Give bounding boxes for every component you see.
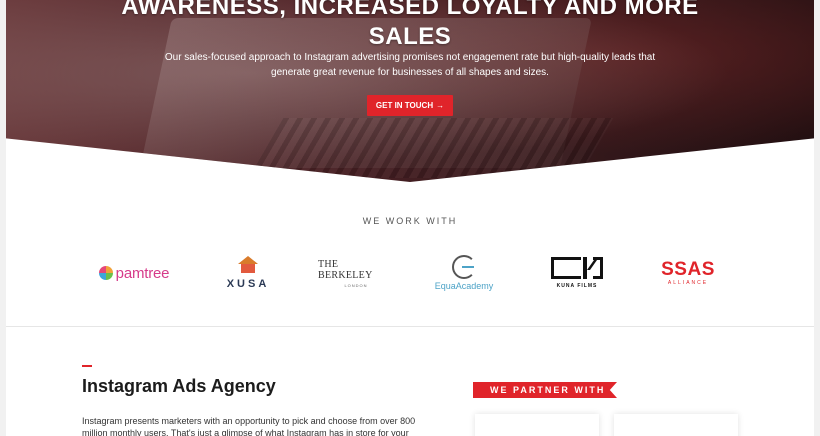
agency-body: Instagram presents marketers with an opp… (82, 416, 416, 436)
page: AWARENESS, INCREASED LOYALTY AND MORE SA… (6, 0, 814, 436)
pamtree-logo: pamtree (94, 250, 174, 296)
the-berkeley-logo: THE BERKELEY LONDON (318, 250, 394, 296)
kuna-films-wordmark: KUNA FILMS (556, 283, 598, 289)
xusa-wordmark: XUSA (226, 278, 270, 290)
kuna-mark-icon (551, 257, 603, 281)
hero-title-line-1: AWARENESS, INCREASED LOYALTY AND MORE (121, 0, 699, 20)
we-partner-with-ribbon: WE PARTNER WITH (473, 382, 617, 398)
the-berkeley-sub: LONDON (344, 282, 368, 288)
pamtree-mark-icon (98, 266, 113, 280)
equa-academy-wordmark: EquaAcademy (434, 281, 494, 291)
hero-subtitle: Our sales-focused approach to Instagram … (164, 52, 656, 78)
accent-bar (82, 365, 92, 367)
hero-keyboard-image (248, 118, 614, 178)
ssas-sub: ALLIANCE (667, 279, 709, 286)
pamtree-wordmark: pamtree (115, 264, 170, 282)
partner-card (475, 414, 599, 436)
the-berkeley-wordmark: THE BERKELEY (318, 258, 373, 281)
equa-academy-logo: EquaAcademy (428, 250, 500, 296)
we-work-with-heading: WE WORK WITH (362, 216, 458, 226)
kuna-films-logo: KUNA FILMS (548, 250, 606, 296)
house-icon (237, 256, 259, 274)
equa-mark-icon (452, 255, 476, 279)
ssas-wordmark: SSAS (661, 258, 715, 280)
agency-title: Instagram Ads Agency (82, 376, 276, 396)
arrow-right-icon: → (436, 101, 445, 110)
get-in-touch-label: GET IN TOUCH (375, 101, 434, 110)
get-in-touch-button[interactable]: GET IN TOUCH → (367, 95, 453, 116)
section-divider (6, 326, 814, 327)
client-logos: pamtree XUSA THE BERKELEY LONDON EquaAca… (6, 250, 814, 296)
partner-card (614, 414, 738, 436)
xusa-logo: XUSA (220, 250, 276, 296)
hero-title-line-2: SALES (368, 23, 452, 50)
hero-title: AWARENESS, INCREASED LOYALTY AND MORE SA… (6, 0, 814, 52)
ssas-alliance-logo: SSAS ALLIANCE (658, 250, 718, 296)
